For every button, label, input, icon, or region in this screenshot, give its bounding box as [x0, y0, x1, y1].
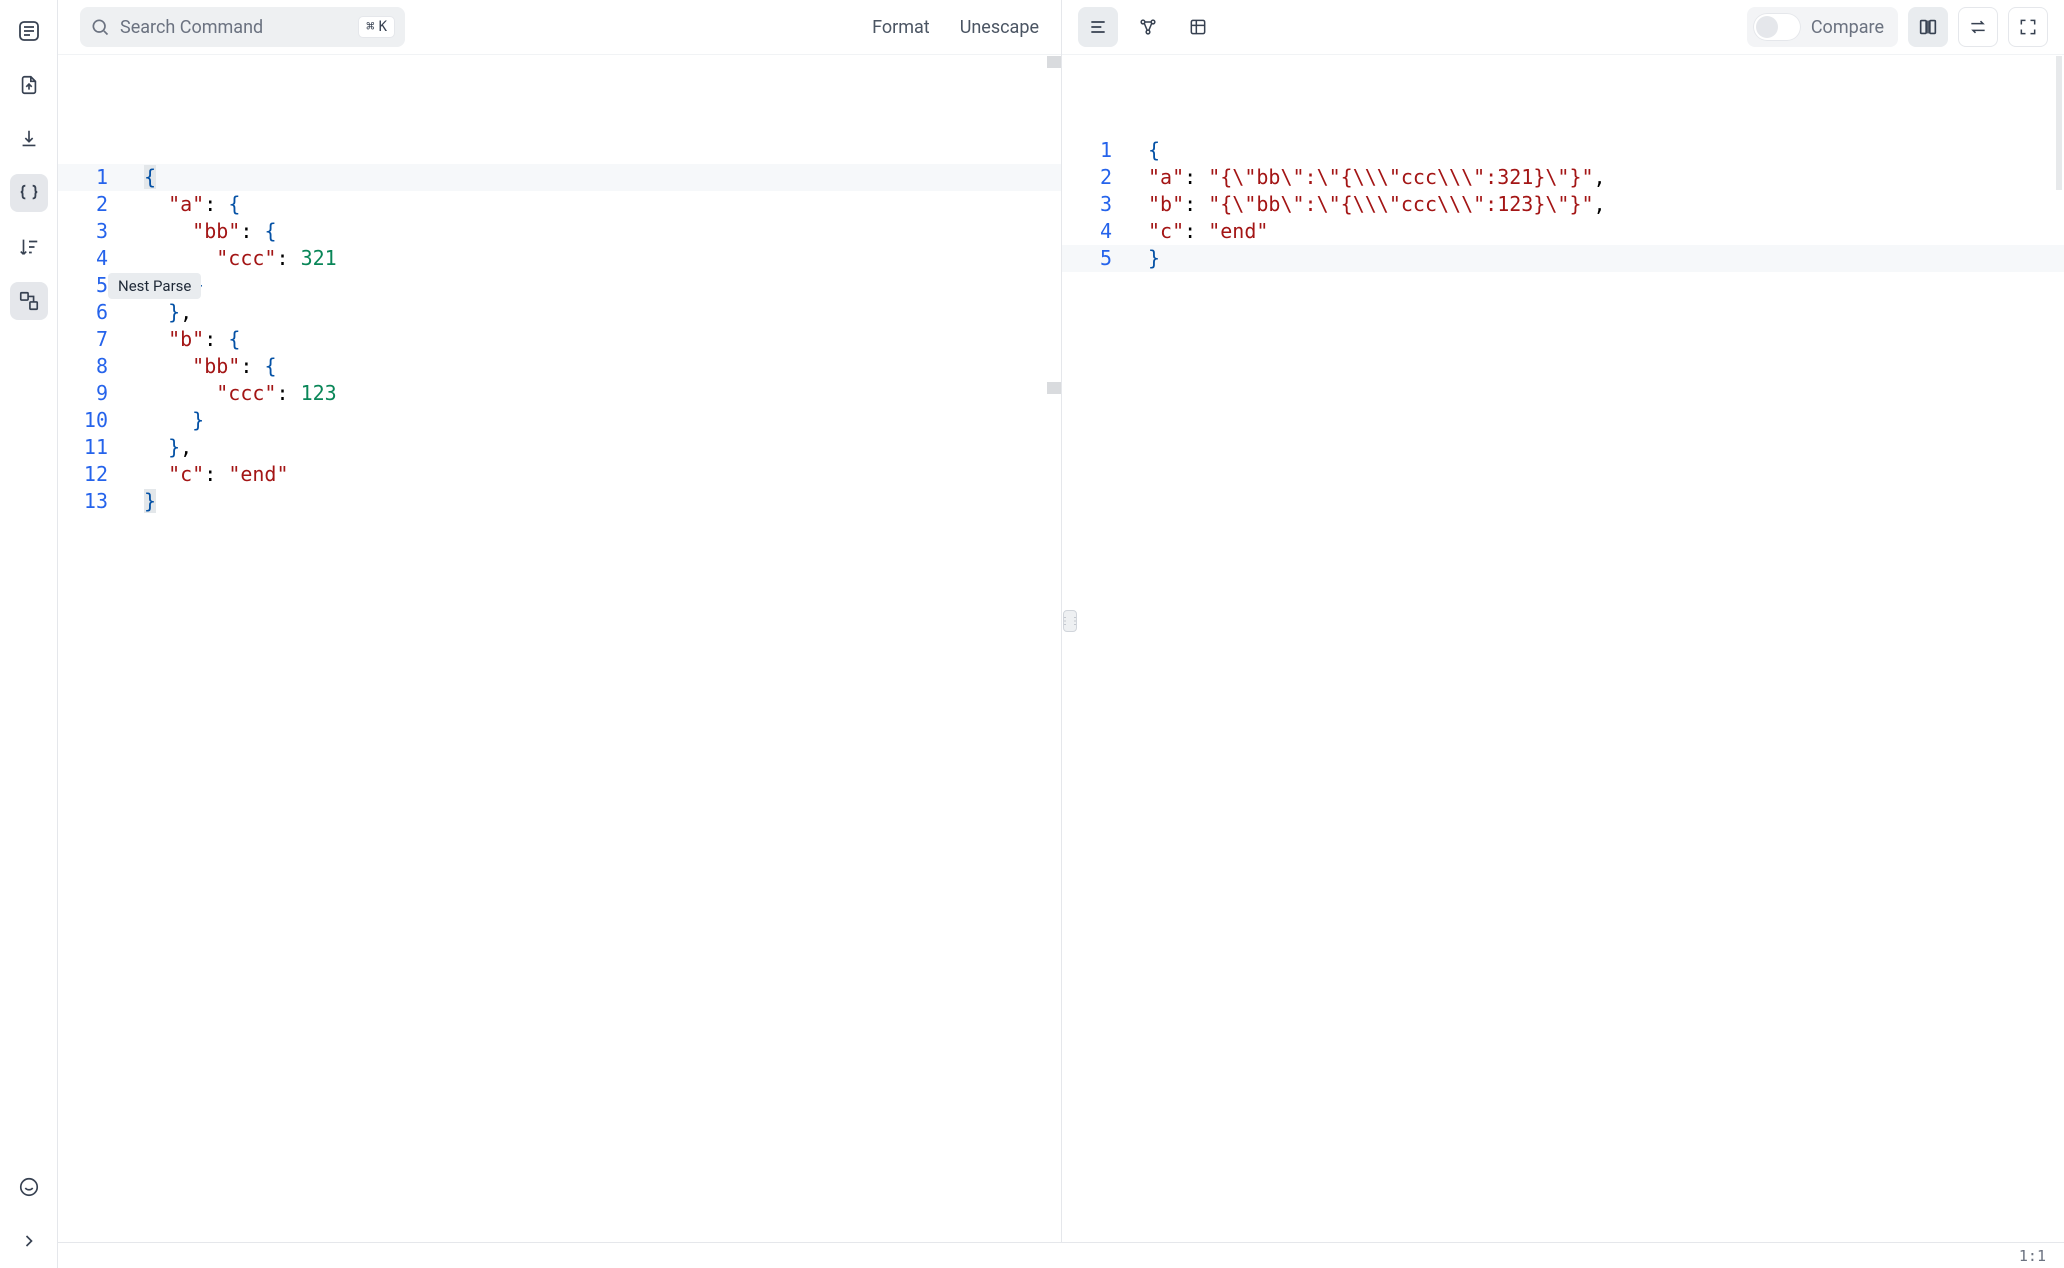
nest-parse-icon[interactable]: [10, 282, 48, 320]
code-line[interactable]: 12 "c": "end": [58, 461, 1061, 488]
code-content: {: [1126, 137, 2064, 164]
columns-button[interactable]: [1908, 7, 1948, 47]
line-number: 5: [1062, 245, 1126, 272]
swap-button[interactable]: [1958, 7, 1998, 47]
statusbar: 1:1: [58, 1242, 2064, 1268]
search-input[interactable]: Search Command ⌘K: [80, 7, 405, 47]
code-content: }: [122, 272, 1061, 299]
search-placeholder: Search Command: [120, 17, 348, 38]
code-content: "c": "end": [122, 461, 1061, 488]
line-number: 12: [58, 461, 122, 488]
swap-icon: [1968, 17, 1988, 37]
code-content: "a": {: [122, 191, 1061, 218]
code-content: },: [122, 299, 1061, 326]
code-line[interactable]: 8 "bb": {: [58, 353, 1061, 380]
code-content: },: [122, 434, 1061, 461]
chat-icon[interactable]: [10, 1168, 48, 1206]
minimap-mark-top: [1047, 56, 1061, 68]
sidebar: [0, 0, 58, 1268]
editor-left[interactable]: 1{2 "a": {3 "bb": {4 "ccc": 3215 }6 },7 …: [58, 55, 1061, 515]
view-graph-button[interactable]: [1128, 7, 1168, 47]
code-content: "ccc": 321: [122, 245, 1061, 272]
line-number: 4: [1062, 218, 1126, 245]
search-shortcut: ⌘K: [358, 16, 395, 38]
nest-parse-tooltip: Nest Parse: [108, 273, 201, 299]
format-button[interactable]: Format: [872, 17, 930, 38]
fullscreen-icon: [2018, 17, 2038, 37]
code-line[interactable]: 4"c": "end": [1062, 218, 2064, 245]
minimap-right: [2056, 56, 2062, 190]
view-list-button[interactable]: [1078, 7, 1118, 47]
code-line[interactable]: 5 }: [58, 272, 1061, 299]
code-line[interactable]: 7 "b": {: [58, 326, 1061, 353]
code-content: "bb": {: [122, 353, 1061, 380]
code-content: "b": {: [122, 326, 1061, 353]
line-number: 13: [58, 488, 122, 515]
code-line[interactable]: 13}: [58, 488, 1061, 515]
code-line[interactable]: 5}: [1062, 245, 2064, 272]
code-content: "bb": {: [122, 218, 1061, 245]
line-number: 4: [58, 245, 122, 272]
view-table-button[interactable]: [1178, 7, 1218, 47]
minimap-mark-bottom: [1047, 382, 1061, 394]
code-line[interactable]: 1{: [1062, 137, 2064, 164]
line-number: 10: [58, 407, 122, 434]
graph-icon: [1138, 17, 1158, 37]
code-content: "a": "{\"bb\":\"{\\\"ccc\\\":321}\"}",: [1126, 164, 2064, 191]
line-number: 1: [1062, 137, 1126, 164]
sort-icon[interactable]: [10, 228, 48, 266]
right-pane: Compare: [1061, 0, 2064, 1242]
table-icon: [1188, 17, 1208, 37]
line-number: 1: [58, 164, 122, 191]
left-pane: Search Command ⌘K Format Unescape 1{2 "a…: [58, 0, 1061, 1242]
code-content: }: [122, 407, 1061, 434]
line-number: 9: [58, 380, 122, 407]
code-content: }: [122, 488, 1061, 515]
code-line[interactable]: 2 "a": {: [58, 191, 1061, 218]
line-number: 2: [58, 191, 122, 218]
columns-icon: [1917, 16, 1939, 38]
code-content: "ccc": 123: [122, 380, 1061, 407]
compare-toggle-wrap: Compare: [1747, 7, 1898, 47]
braces-icon[interactable]: [10, 174, 48, 212]
list-icon: [1088, 17, 1108, 37]
code-content: "c": "end": [1126, 218, 2064, 245]
splitter-handle[interactable]: ⋮⋮: [1063, 610, 1077, 632]
code-line[interactable]: 4 "ccc": 321: [58, 245, 1061, 272]
main: Nest Parse Search Command ⌘K Form: [58, 0, 2064, 1268]
file-import-icon[interactable]: [10, 66, 48, 104]
download-icon[interactable]: [10, 120, 48, 158]
compare-toggle[interactable]: [1753, 13, 1801, 41]
left-topbar: Search Command ⌘K Format Unescape: [58, 0, 1061, 55]
compare-label: Compare: [1811, 17, 1884, 38]
editor-right[interactable]: 1{2"a": "{\"bb\":\"{\\\"ccc\\\":321}\"}"…: [1062, 55, 2064, 272]
line-number: 11: [58, 434, 122, 461]
code-line[interactable]: 9 "ccc": 123: [58, 380, 1061, 407]
line-number: 3: [1062, 191, 1126, 218]
unescape-button[interactable]: Unescape: [960, 17, 1039, 38]
search-icon: [90, 17, 110, 37]
code-line[interactable]: 1{: [58, 164, 1061, 191]
fullscreen-button[interactable]: [2008, 7, 2048, 47]
code-line[interactable]: 11 },: [58, 434, 1061, 461]
line-number: 3: [58, 218, 122, 245]
app-logo-icon[interactable]: [10, 12, 48, 50]
line-number: 8: [58, 353, 122, 380]
code-content: "b": "{\"bb\":\"{\\\"ccc\\\":123}\"}",: [1126, 191, 2064, 218]
code-content: }: [1126, 245, 2064, 272]
code-line[interactable]: 3"b": "{\"bb\":\"{\\\"ccc\\\":123}\"}",: [1062, 191, 2064, 218]
code-line[interactable]: 2"a": "{\"bb\":\"{\\\"ccc\\\":321}\"}",: [1062, 164, 2064, 191]
chevron-right-icon[interactable]: [10, 1222, 48, 1260]
code-line[interactable]: 10 }: [58, 407, 1061, 434]
code-line[interactable]: 6 },: [58, 299, 1061, 326]
line-number: 7: [58, 326, 122, 353]
line-number: 2: [1062, 164, 1126, 191]
line-number: 6: [58, 299, 122, 326]
right-toolbar: Compare: [1062, 0, 2064, 55]
code-content: {: [122, 164, 1061, 191]
code-line[interactable]: 3 "bb": {: [58, 218, 1061, 245]
cursor-position: 1:1: [2019, 1247, 2046, 1265]
